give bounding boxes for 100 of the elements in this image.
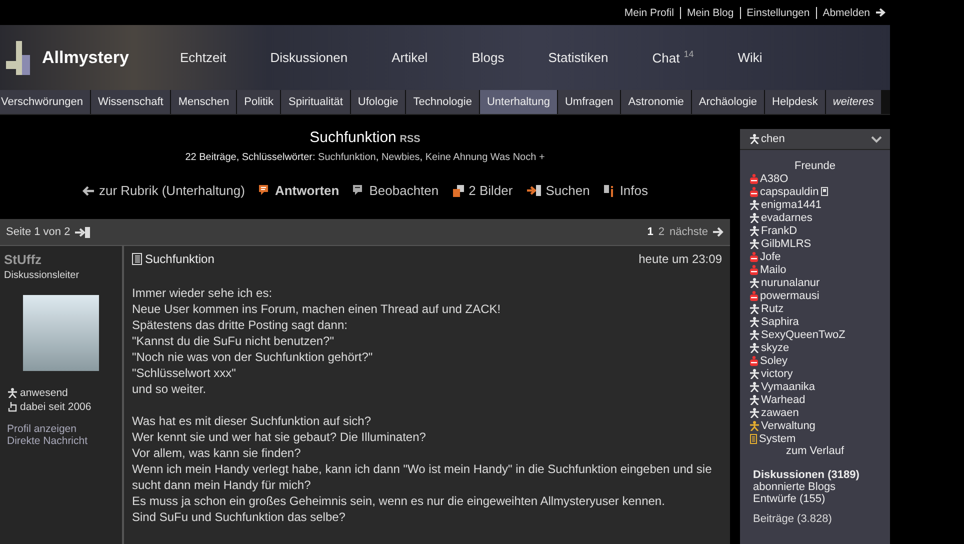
friends-heading-link[interactable]: Freunde xyxy=(750,160,880,172)
author-name[interactable]: StUffz xyxy=(4,252,118,267)
history-link[interactable]: zum Verlauf xyxy=(750,445,880,457)
friend-link[interactable]: A38O xyxy=(760,172,788,184)
add-keyword-link[interactable]: + xyxy=(538,152,545,163)
document-icon xyxy=(132,253,142,265)
friend-link[interactable]: Warhead xyxy=(761,394,806,406)
friend-link[interactable]: FrankD xyxy=(761,224,798,236)
category-tab[interactable]: Menschen xyxy=(171,90,236,114)
post-text-line: Spätestens das dritte Posting sagt dann: xyxy=(132,317,348,333)
page-link[interactable]: 2 xyxy=(658,226,664,238)
category-tab[interactable]: Wissenschaft xyxy=(90,90,170,114)
category-tab[interactable]: Umfragen xyxy=(558,90,620,114)
friend-link[interactable]: SexyQueenTwoZ xyxy=(761,328,846,340)
friend-link[interactable]: skyze xyxy=(761,342,790,354)
category-tab[interactable]: Spiritualität xyxy=(281,90,350,114)
nav-link[interactable]: Artikel xyxy=(392,50,428,65)
next-page-link[interactable]: nächste xyxy=(669,226,708,238)
online-status: anwesend xyxy=(20,387,68,399)
friend-link[interactable]: Mailo xyxy=(760,264,786,276)
arrow-right-icon xyxy=(876,8,886,17)
arrow-into-list-icon xyxy=(526,185,541,196)
arrow-right-icon xyxy=(713,227,724,237)
logo-icon xyxy=(6,40,32,74)
nav-link[interactable]: Statistiken xyxy=(548,50,608,65)
friend-link[interactable]: victory xyxy=(761,368,793,380)
nav-link[interactable]: Chat $^{14}$ xyxy=(652,49,694,66)
person-icon xyxy=(750,342,759,352)
comma: , xyxy=(376,152,379,163)
category-tab[interactable]: Astronomie xyxy=(621,90,691,114)
action-link[interactable]: Beobachten xyxy=(369,183,439,198)
post-text-line: Vor allem, was kann sie finden? xyxy=(132,445,301,461)
friend-link[interactable]: System xyxy=(759,432,796,444)
category-tab[interactable]: Technologie xyxy=(406,90,479,114)
post-text-line: Wer kennt sie und wer hat sie gebaut? Die Illuminaten? xyxy=(132,429,426,445)
friend-link[interactable]: enigma1441 xyxy=(761,198,822,210)
arrow-left-icon xyxy=(82,186,94,196)
busy-status-icon xyxy=(750,264,758,274)
nav-link[interactable]: Echtzeit xyxy=(180,50,226,65)
category-tab[interactable]: Ufologie xyxy=(350,90,406,114)
post-text-line: "Schlüsselwort xxx" xyxy=(132,365,236,381)
top-link[interactable]: Mein Profil xyxy=(624,6,674,18)
action-link[interactable]: 2 Bilder xyxy=(468,183,513,198)
friend-link[interactable]: Soley xyxy=(760,354,788,366)
sidebar-link[interactable]: Entwürfe (155) xyxy=(753,493,826,505)
friend-link[interactable]: Saphira xyxy=(761,316,799,328)
friend-link[interactable]: nurunalanur xyxy=(761,276,820,288)
person-icon xyxy=(750,316,759,326)
page-link[interactable]: 1 xyxy=(647,226,654,238)
person-icon xyxy=(750,238,759,248)
jump-icon[interactable] xyxy=(75,226,90,238)
profile-link[interactable]: Profil anzeigen xyxy=(7,423,76,435)
post-title-link[interactable]: Suchfunktion xyxy=(145,252,214,266)
keyword-link[interactable]: Suchfunktion xyxy=(318,152,376,163)
category-tab[interactable]: Archäologie xyxy=(692,90,764,114)
post-text-line: und so weiter. xyxy=(132,381,206,397)
top-link[interactable]: Abmelden xyxy=(822,6,870,18)
action-link[interactable]: zur Rubrik (Unterhaltung) xyxy=(99,183,245,198)
post-text-line: Neue User kommen ins Forum, machen einen Thread auf und ZACK! xyxy=(132,301,501,317)
friend-link[interactable]: Verwaltung xyxy=(761,420,816,432)
keyword-link[interactable]: Newbies xyxy=(381,152,420,163)
rss-link[interactable]: RSS xyxy=(400,134,420,145)
person-icon xyxy=(750,368,759,378)
action-link[interactable]: Suchen xyxy=(546,183,590,198)
person-icon xyxy=(750,382,759,392)
top-link[interactable]: Einstellungen xyxy=(746,6,810,18)
comma: , xyxy=(420,152,423,163)
friend-link[interactable]: GilbMLRS xyxy=(761,238,812,250)
friend-link[interactable]: powermausi xyxy=(760,290,820,302)
category-tab[interactable]: Unterhaltung xyxy=(480,90,557,114)
person-icon xyxy=(750,420,759,430)
person-icon xyxy=(750,134,759,144)
friend-link[interactable]: Jofe xyxy=(760,250,781,262)
category-tab[interactable]: Politik xyxy=(237,90,280,114)
person-icon xyxy=(750,408,759,418)
profile-link[interactable]: Direkte Nachricht xyxy=(7,435,88,447)
friend-link[interactable]: Rutz xyxy=(761,302,784,314)
friend-link[interactable]: capspauldin xyxy=(760,186,819,198)
sidebar-link[interactable]: abonnierte Blogs xyxy=(753,481,836,493)
category-tab[interactable]: Verschwörungen xyxy=(0,90,90,114)
nav-link[interactable]: Diskussionen xyxy=(270,50,348,65)
sidebar-header[interactable]: chen xyxy=(740,129,890,150)
friend-link[interactable]: zawaen xyxy=(761,406,799,418)
friend-link[interactable]: Vymaanika xyxy=(761,380,816,392)
action-link[interactable]: Infos xyxy=(620,183,648,198)
thread-title: Suchfunktion xyxy=(310,129,396,146)
person-icon xyxy=(8,388,17,398)
top-link[interactable]: Mein Blog xyxy=(686,6,734,18)
nav-link[interactable]: Blogs xyxy=(472,50,504,65)
action-link[interactable]: Antworten xyxy=(274,183,340,198)
sidebar-link[interactable]: Diskussionen (3189) xyxy=(753,469,860,481)
post-text-line: Wenn ich mein Handy verlegt habe, kann ich dann "Wo ist mein Handy" in die Suchfunktion eingeben und sie sucht dann mein Handy für mich? xyxy=(132,461,713,493)
post-text-line: Es muss ja schon ein großes Geheimnis sein, wenn es nur die eingeweihten Allmysteryuser kennen. xyxy=(132,493,665,509)
keyword-link[interactable]: Keine Ahnung Was Noch xyxy=(425,152,536,163)
category-tab[interactable]: Helpdesk xyxy=(765,90,825,114)
nav-link[interactable]: Wiki xyxy=(738,50,762,65)
friend-link[interactable]: evadarnes xyxy=(761,212,812,224)
server-icon xyxy=(750,434,757,444)
post-count: Beiträge (3.828) xyxy=(753,513,833,525)
category-tab[interactable]: weiteres xyxy=(826,90,881,114)
